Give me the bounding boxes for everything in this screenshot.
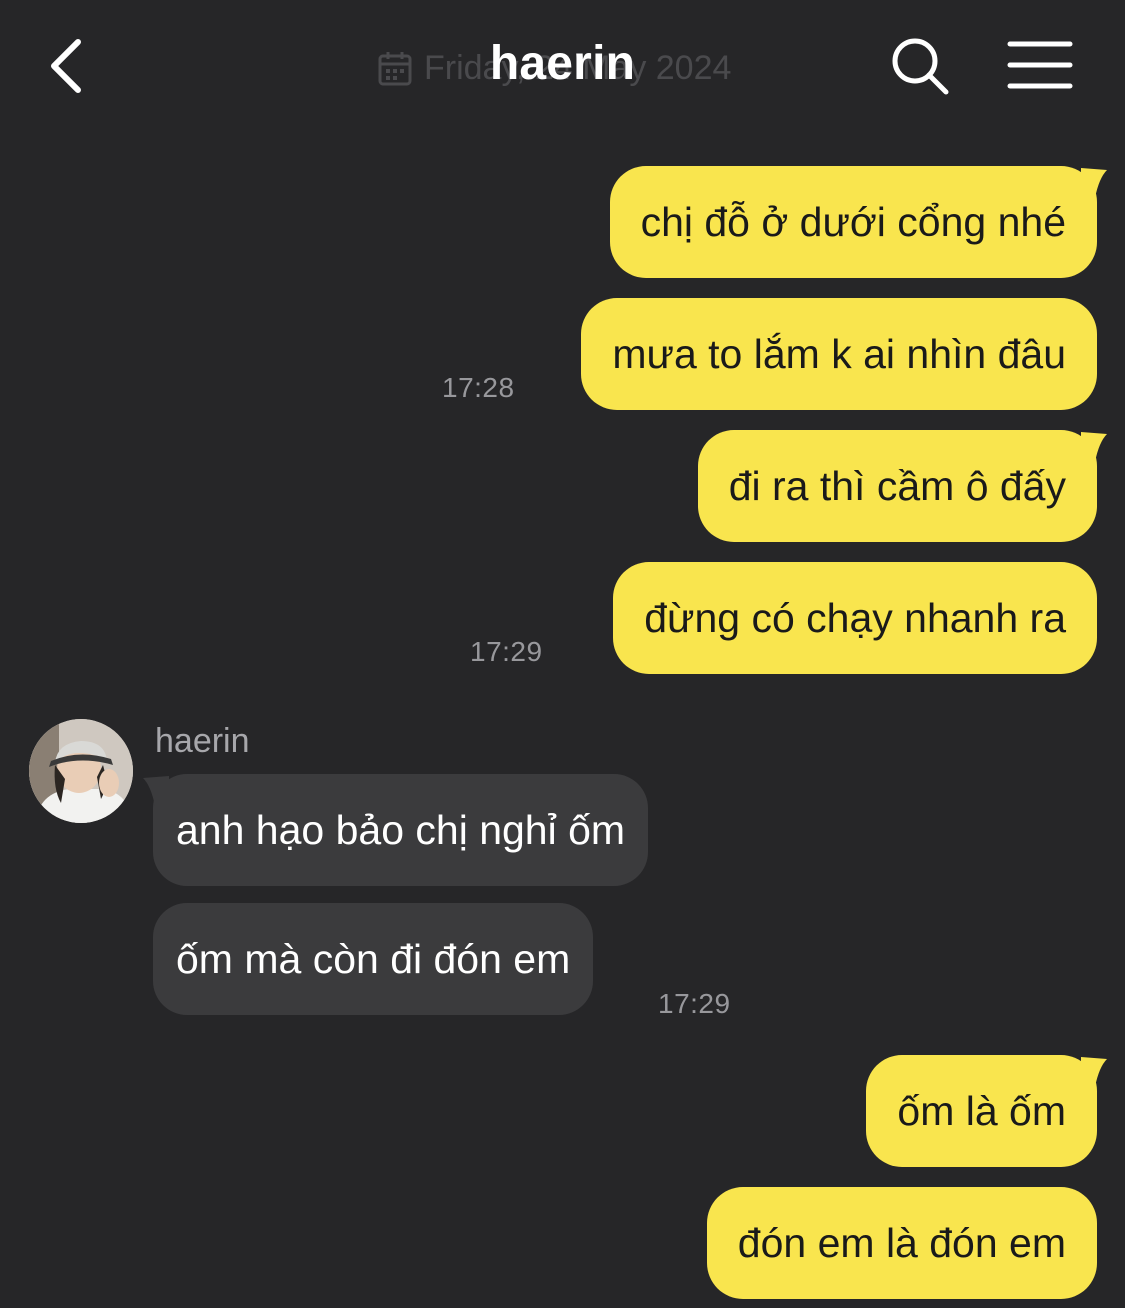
message-text: chị đỗ ở dưới cổng nhé: [640, 198, 1066, 245]
chat-title-text: haerin: [489, 37, 636, 90]
outgoing-message[interactable]: đi ra thì cầm ô đấy: [697, 430, 1107, 542]
bubble-tail: [1081, 1057, 1107, 1087]
message-timestamp: 17:29: [470, 636, 543, 667]
message-text: anh hạo bảo chị nghỉ ốm: [176, 806, 626, 853]
avatar[interactable]: [29, 719, 133, 823]
message-text: mưa to lắm k ai nhìn đâu: [612, 330, 1066, 377]
profile-photo: [29, 719, 133, 823]
outgoing-message[interactable]: chị đỗ ở dưới cổng nhé: [609, 166, 1107, 278]
message-timestamp: 17:29: [658, 988, 731, 1019]
outgoing-message[interactable]: đón em là đón em: [706, 1187, 1097, 1299]
incoming-message[interactable]: anh hạo bảo chị nghỉ ốm: [143, 774, 649, 886]
menu-button[interactable]: [1006, 38, 1076, 94]
message-text: ốm mà còn đi đón em: [176, 935, 571, 982]
outgoing-message[interactable]: ốm là ốm: [866, 1055, 1107, 1167]
message-text: ốm là ốm: [897, 1087, 1066, 1134]
bubble-tail: [143, 776, 169, 806]
message-timestamp: 17:28: [442, 372, 515, 403]
sender-name: haerin: [155, 722, 250, 760]
bubble-tail: [1081, 432, 1107, 462]
chat-header: Friday, 24 May 2024 haerin: [0, 0, 1125, 140]
bubble-tail: [1081, 168, 1107, 198]
message-text: đừng có chạy nhanh ra: [644, 594, 1066, 641]
message-text: đi ra thì cầm ô đấy: [728, 462, 1066, 509]
outgoing-message[interactable]: mưa to lắm k ai nhìn đâu: [581, 298, 1097, 410]
message-text: đón em là đón em: [737, 1219, 1066, 1266]
chat-title: haerin: [0, 36, 1125, 91]
incoming-message[interactable]: ốm mà còn đi đón em: [153, 903, 594, 1015]
search-button[interactable]: [888, 34, 952, 98]
search-icon: [892, 38, 949, 95]
outgoing-message[interactable]: đừng có chạy nhanh ra: [613, 562, 1097, 674]
hamburger-menu-icon: [1007, 41, 1073, 89]
